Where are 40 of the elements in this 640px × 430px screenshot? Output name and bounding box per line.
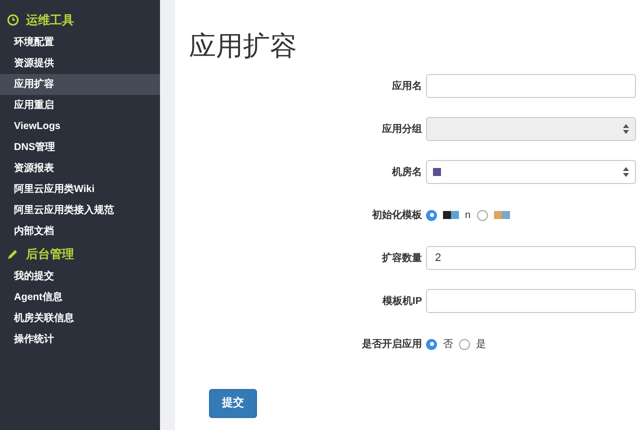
sidebar-item[interactable]: 操作统计 bbox=[0, 329, 160, 350]
dropdown-arrows-icon bbox=[623, 167, 629, 177]
sidebar-item[interactable]: 我的提交 bbox=[0, 266, 160, 287]
section-heading: 后台管理 bbox=[26, 246, 74, 263]
field-label: 是否开启应用 bbox=[361, 337, 423, 352]
field-label: 应用名 bbox=[391, 79, 423, 94]
field-label: 初始化模板 bbox=[370, 208, 423, 222]
sidebar-item[interactable]: 资源提供 bbox=[0, 53, 160, 74]
text-field[interactable] bbox=[426, 74, 636, 98]
radio-button[interactable] bbox=[426, 338, 437, 350]
text-field[interactable]: 2 bbox=[426, 246, 636, 270]
radio-button[interactable] bbox=[426, 210, 437, 220]
section-heading: 运维工具 bbox=[26, 12, 74, 29]
field-label: 应用分组 bbox=[381, 122, 423, 136]
clock-icon bbox=[7, 14, 19, 26]
text-field[interactable] bbox=[426, 289, 636, 313]
dropdown-arrows-icon bbox=[623, 124, 629, 134]
field-label: 模板机IP bbox=[381, 294, 423, 308]
field-label: 机房名 bbox=[390, 165, 423, 180]
page-title: 应用扩容 bbox=[189, 30, 297, 62]
field-label: 扩容数量 bbox=[380, 251, 423, 266]
sidebar-item[interactable]: DNS管理 bbox=[0, 137, 160, 158]
sidebar-item[interactable]: 环境配置 bbox=[0, 32, 160, 53]
sidebar-item[interactable]: ViewLogs bbox=[0, 116, 160, 137]
radio-label: 是 bbox=[476, 338, 486, 352]
radio-label: n bbox=[465, 208, 471, 222]
sidebar-item[interactable]: Agent信息 bbox=[0, 287, 160, 308]
sidebar-item[interactable]: 机房关联信息 bbox=[0, 308, 160, 329]
sidebar-item[interactable]: 应用重启 bbox=[0, 95, 160, 116]
sidebar-item[interactable]: 阿里云应用类Wiki bbox=[0, 179, 160, 200]
sidebar-item[interactable]: 应用扩容 bbox=[0, 74, 160, 95]
sidebar-item[interactable]: 阿里云应用类接入规范 bbox=[0, 200, 160, 221]
radio-label: 否 bbox=[443, 338, 453, 352]
select-field[interactable] bbox=[426, 160, 636, 184]
sidebar-item[interactable]: 资源报表 bbox=[0, 158, 160, 179]
sidebar-item[interactable]: 内部文档 bbox=[0, 221, 160, 242]
submit-button[interactable]: 提交 bbox=[209, 389, 257, 418]
pencil-icon bbox=[7, 248, 19, 260]
radio-button[interactable] bbox=[476, 210, 488, 220]
radio-button[interactable] bbox=[459, 338, 470, 350]
